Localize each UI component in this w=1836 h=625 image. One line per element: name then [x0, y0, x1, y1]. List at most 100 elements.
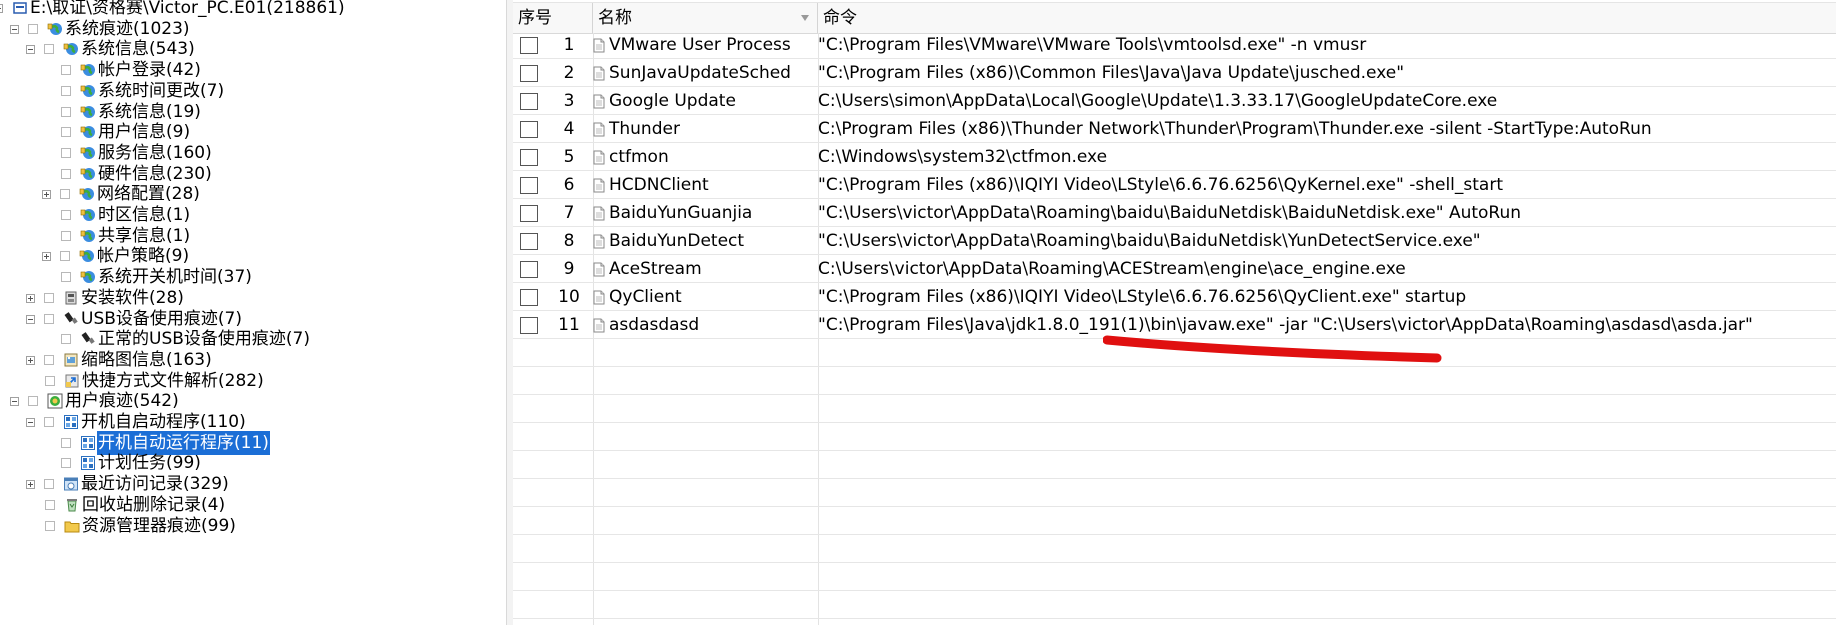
expand-icon[interactable] — [42, 251, 51, 261]
row-checkbox[interactable] — [520, 37, 538, 54]
table-row[interactable]: 11 asdasdasd "C:\Program Files\Java\jdk1.8… — [513, 311, 1836, 339]
tree-item-checkbox[interactable] — [44, 314, 54, 324]
tree-item-checkbox[interactable] — [44, 293, 54, 303]
row-name-cell: SunJavaUpdateSched — [593, 59, 793, 87]
row-name-cell: asdasdasd — [593, 311, 793, 339]
globe-icon — [80, 62, 96, 78]
row-index: 8 — [563, 231, 575, 251]
file-icon — [593, 66, 605, 80]
file-icon — [593, 122, 605, 136]
file-icon — [593, 234, 605, 248]
row-name-cell: QyClient — [593, 283, 793, 311]
collapse-icon[interactable] — [26, 417, 35, 427]
row-command: "C:\Program Files (x86)\IQIYI Video\LSty… — [818, 287, 1467, 307]
tree-item-checkbox[interactable] — [61, 210, 71, 220]
empty-table-row — [513, 367, 1836, 395]
table-row[interactable]: 1 VMware User Process "C:\Program Files\VM… — [513, 31, 1836, 59]
tree-item-checkbox[interactable] — [61, 169, 71, 179]
row-checkbox[interactable] — [520, 317, 538, 334]
row-name: Thunder — [609, 119, 680, 139]
tree-item-checkbox[interactable] — [61, 272, 71, 282]
table-row[interactable]: 2 SunJavaUpdateSched "C:\Program Files (x8… — [513, 59, 1836, 87]
globe-icon — [63, 41, 79, 57]
disk-icon — [12, 0, 28, 16]
tree-item-checkbox[interactable] — [45, 521, 55, 531]
table-row[interactable]: 4 Thunder C:\Program Files (x86)\Thunder N… — [513, 115, 1836, 143]
row-command: "C:\Users\victor\AppData\Roaming\baidu\B… — [818, 231, 1481, 251]
row-checkbox[interactable] — [520, 149, 538, 166]
row-index: 11 — [558, 315, 580, 335]
column-header-name-label: 名称 — [598, 8, 632, 28]
tree-item-checkbox[interactable] — [61, 231, 71, 241]
tree-item-checkbox[interactable] — [60, 189, 70, 199]
row-checkbox[interactable] — [520, 261, 538, 278]
column-header-command[interactable]: 命令 — [818, 3, 1836, 33]
table-row[interactable]: 7 BaiduYunGuanjia "C:\Users\victor\AppData… — [513, 199, 1836, 227]
row-name: BaiduYunGuanjia — [609, 203, 753, 223]
row-index: 2 — [563, 63, 575, 83]
tree-item-checkbox[interactable] — [61, 65, 71, 75]
tree-item-checkbox[interactable] — [44, 479, 54, 489]
tree-item-checkbox[interactable] — [61, 127, 71, 137]
tree-item-checkbox[interactable] — [61, 334, 71, 344]
tree-item-checkbox[interactable] — [28, 396, 38, 406]
row-command: "C:\Program Files (x86)\Common Files\Jav… — [818, 63, 1405, 83]
row-index: 10 — [558, 287, 580, 307]
table-row[interactable]: 8 BaiduYunDetect "C:\Users\victor\AppData\… — [513, 227, 1836, 255]
tree-item-checkbox[interactable] — [61, 438, 71, 448]
table-row[interactable]: 6 HCDNClient "C:\Program Files (x86)\IQIYI… — [513, 171, 1836, 199]
folder-icon — [64, 518, 80, 534]
tree-item-checkbox[interactable] — [45, 376, 55, 386]
tree-item-checkbox[interactable] — [44, 355, 54, 365]
column-header-index-label: 序号 — [518, 8, 552, 28]
expand-icon[interactable] — [26, 293, 35, 303]
column-header-name[interactable]: 名称 — [593, 3, 818, 33]
usb-icon — [63, 311, 79, 327]
tree-item-checkbox[interactable] — [28, 24, 38, 34]
table-row[interactable]: 9 AceStream C:\Users\victor\AppData\Roamin… — [513, 255, 1836, 283]
file-icon — [593, 150, 605, 164]
row-checkbox[interactable] — [520, 233, 538, 250]
column-header-index[interactable]: 序号 — [513, 3, 593, 33]
tree-item-checkbox[interactable] — [60, 251, 70, 261]
collapse-icon[interactable] — [26, 44, 35, 54]
row-command: C:\Users\simon\AppData\Local\Google\Upda… — [818, 91, 1498, 111]
expand-icon[interactable] — [26, 479, 35, 489]
row-checkbox[interactable] — [520, 205, 538, 222]
row-name: asdasdasd — [609, 315, 700, 335]
row-checkbox[interactable] — [520, 65, 538, 82]
shortcut-icon — [64, 373, 80, 389]
sort-descending-icon[interactable] — [801, 15, 809, 21]
row-checkbox[interactable] — [520, 93, 538, 110]
row-checkbox[interactable] — [520, 177, 538, 194]
tree-item-checkbox[interactable] — [61, 148, 71, 158]
table-row[interactable]: 10 QyClient "C:\Program Files (x86)\IQIYI … — [513, 283, 1836, 311]
file-icon — [593, 318, 605, 332]
tree-item-checkbox[interactable] — [61, 107, 71, 117]
tree-item-checkbox[interactable] — [61, 86, 71, 96]
empty-table-row — [513, 563, 1836, 591]
tree-item-checkbox[interactable] — [44, 417, 54, 427]
table-row[interactable]: 5 ctfmon C:\Windows\system32\ctfmon.exe — [513, 143, 1836, 171]
tree-item-checkbox[interactable] — [45, 500, 55, 510]
row-checkbox[interactable] — [520, 289, 538, 306]
collapse-icon[interactable] — [26, 314, 35, 324]
expand-icon[interactable] — [26, 355, 35, 365]
globe-icon — [80, 83, 96, 99]
collapse-icon[interactable] — [10, 396, 19, 406]
row-checkbox[interactable] — [520, 121, 538, 138]
tree-item-checkbox[interactable] — [44, 44, 54, 54]
tree-item[interactable]: 资源管理器痕迹(99) — [26, 514, 237, 538]
table-row[interactable]: 3 Google Update C:\Users\simon\AppData\Loc… — [513, 87, 1836, 115]
row-name: HCDNClient — [609, 175, 709, 195]
collapse-icon[interactable] — [0, 3, 3, 13]
column-header-command-label: 命令 — [823, 8, 857, 28]
collapse-icon[interactable] — [10, 24, 19, 34]
tree-item-checkbox[interactable] — [61, 458, 71, 468]
row-command: "C:\Program Files\Java\jdk1.8.0_191(1)\b… — [818, 315, 1753, 335]
row-name: ctfmon — [609, 147, 669, 167]
file-icon — [593, 206, 605, 220]
expand-icon[interactable] — [42, 189, 51, 199]
row-command: "C:\Users\victor\AppData\Roaming\baidu\B… — [818, 203, 1522, 223]
globe-icon — [80, 207, 96, 223]
